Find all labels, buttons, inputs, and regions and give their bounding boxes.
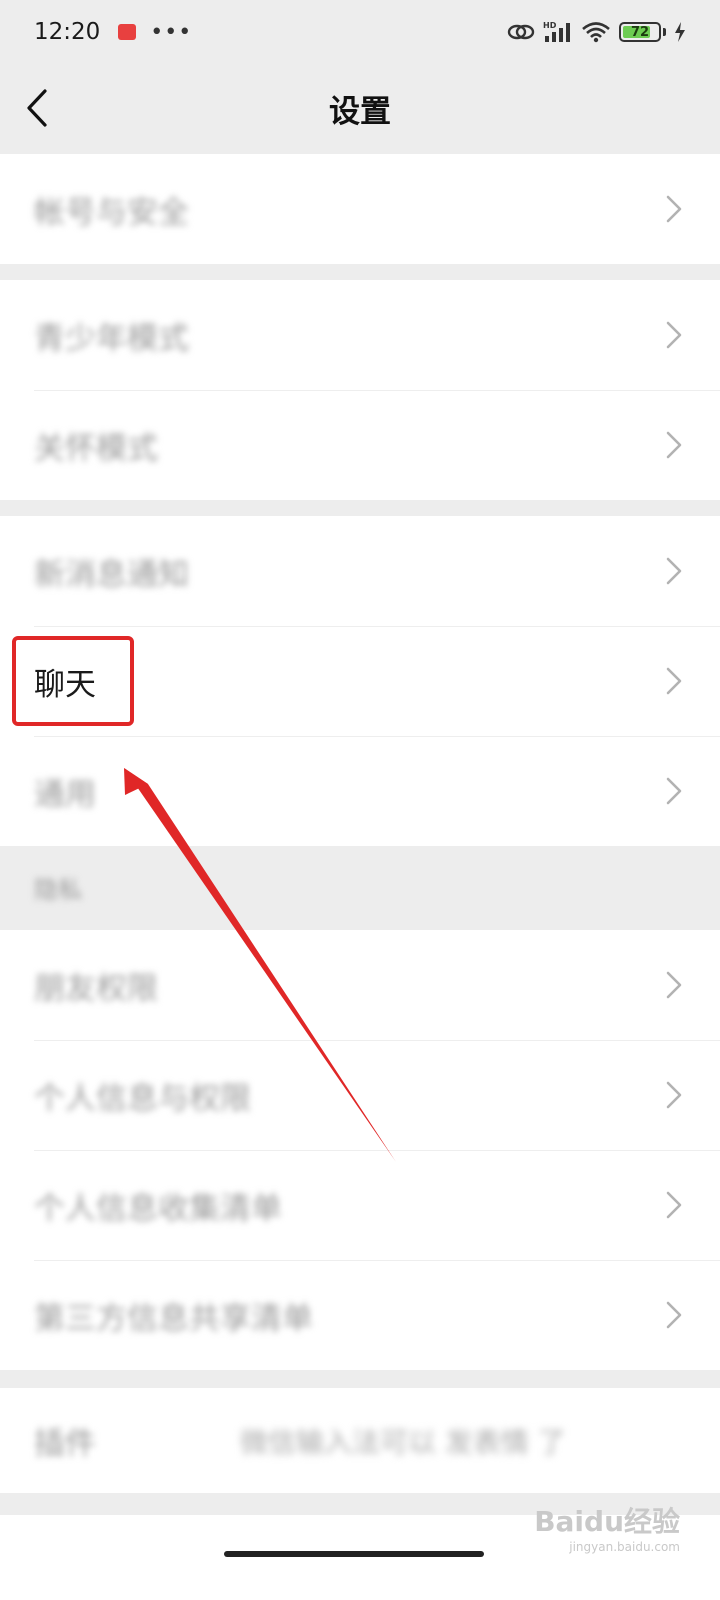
section-header-label: 隐私 [34,876,82,904]
status-time: 12:20 [34,19,101,45]
chevron-right-icon [666,1301,682,1329]
settings-item-label: 青少年模式 [34,320,189,357]
network-type-label: HD [543,21,557,30]
settings-item-label: 关怀模式 [34,430,158,467]
chevron-right-icon [666,1191,682,1219]
settings-item-notifications[interactable]: 新消息通知 [0,516,720,626]
more-notifications-icon: ••• [150,19,193,45]
chevron-right-icon [666,195,682,223]
settings-item-general[interactable]: 通用 [0,736,720,846]
settings-group-modes: 青少年模式 关怀模式 [0,280,720,500]
settings-item-friend-permissions[interactable]: 朋友权限 [0,930,720,1040]
status-bar: 12:20 ••• HD 72 [0,0,720,64]
chevron-right-icon [666,431,682,459]
chevron-right-icon [666,971,682,999]
page-title: 设置 [329,94,391,130]
settings-item-label: 通用 [34,776,96,813]
chevron-right-icon [666,1081,682,1109]
section-header-privacy: 隐私 [0,845,720,930]
plugins-label: 插件 [34,1426,96,1462]
settings-item-personal-info-list[interactable]: 个人信息收集清单 [0,1150,720,1260]
battery-icon: 72 [619,22,661,42]
settings-item-label: 第三方信息共享清单 [34,1300,313,1337]
settings-item-personal-info-permissions[interactable]: 个人信息与权限 [0,1040,720,1150]
settings-group-account: 帐号与安全 [0,154,720,264]
chevron-right-icon [666,777,682,805]
chevron-right-icon [666,557,682,585]
settings-item-label: 朋友权限 [34,970,158,1007]
settings-item-teen-mode[interactable]: 青少年模式 [0,280,720,390]
app-notification-icon [118,24,137,40]
battery-cap [663,28,666,36]
watermark-logo: Baidu经验 [534,1505,680,1538]
charging-icon [675,22,685,42]
link-icon [507,24,535,40]
settings-item-label: 个人信息收集清单 [34,1190,282,1227]
signal-icon: HD [543,21,570,42]
settings-item-label: 个人信息与权限 [34,1080,251,1117]
wifi-icon [582,22,610,43]
settings-item-plugins[interactable]: 插件 微信输入法可以 发表情 了 [0,1388,720,1493]
settings-item-account-security[interactable]: 帐号与安全 [0,154,720,264]
settings-item-care-mode[interactable]: 关怀模式 [0,390,720,500]
chevron-right-icon [666,667,682,695]
battery-level: 72 [630,24,650,40]
status-indicators: HD 72 [507,20,686,44]
settings-item-label: 帐号与安全 [34,194,189,231]
settings-group-privacy: 朋友权限 个人信息与权限 个人信息收集清单 第三方信息共享清单 [0,930,720,1370]
settings-item-chat[interactable]: 聊天 [0,626,720,736]
plugins-promo-text: 微信输入法可以 发表情 了 [240,1425,566,1459]
nav-bar: 设置 [0,64,720,152]
settings-group-general: 新消息通知 聊天 通用 [0,516,720,846]
home-indicator[interactable] [224,1551,484,1557]
chevron-right-icon [666,321,682,349]
settings-item-third-party-sharing[interactable]: 第三方信息共享清单 [0,1260,720,1370]
settings-item-chat-label: 聊天 [34,666,96,703]
settings-item-label: 新消息通知 [34,556,189,593]
watermark-url: jingyan.baidu.com [569,1540,680,1554]
